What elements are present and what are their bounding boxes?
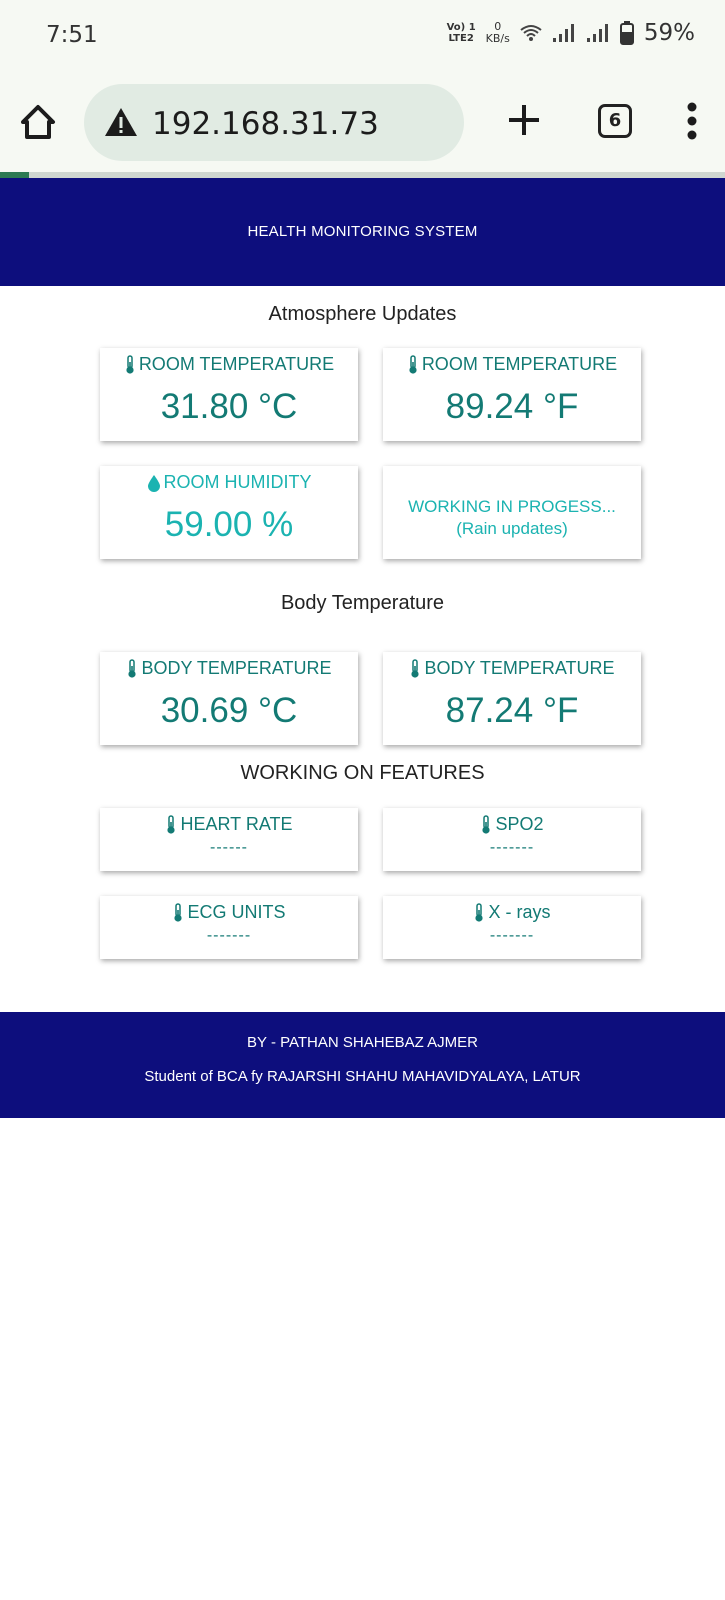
card-value: ------- <box>206 927 252 944</box>
water-drop-icon <box>147 474 160 492</box>
thermometer-icon <box>174 902 183 922</box>
battery-percent: 59% <box>643 20 695 46</box>
card-label: ROOM HUMIDITY <box>163 472 312 492</box>
status-time: 7:51 <box>46 22 98 48</box>
card-label: ROOM TEMPERATURE <box>421 354 618 374</box>
thermometer-icon <box>167 814 176 834</box>
card-value: ------- <box>489 839 535 856</box>
card-room-temperature-f: ROOM TEMPERATURE 89.24 °F <box>383 348 641 441</box>
card-label: BODY TEMPERATURE <box>141 658 332 678</box>
card-value: 59.00 % <box>164 505 294 544</box>
network-speed: 0 KB/s <box>485 20 510 45</box>
thermometer-icon <box>411 658 420 678</box>
footer-institution: Student of BCA fy RAJARSHI SHAHU MAHAVID… <box>144 1068 581 1085</box>
card-body-temperature-f: BODY TEMPERATURE 87.24 °F <box>383 652 641 745</box>
card-heart-rate: HEART RATE ------ <box>100 808 358 871</box>
footer-author: BY - PATHAN SHAHEBAZ AJMER <box>247 1034 478 1051</box>
address-bar[interactable]: 192.168.31.73 <box>84 84 464 161</box>
volte-indicator: Vo) 1 LTE2 <box>446 22 476 44</box>
card-label: HEART RATE <box>180 814 293 834</box>
page-header: HEALTH MONITORING SYSTEM <box>0 178 725 286</box>
section-body-temperature: Body Temperature <box>280 592 445 614</box>
thermometer-icon <box>126 354 134 374</box>
battery-icon <box>619 21 634 45</box>
wifi-icon <box>520 25 542 41</box>
card-value: 89.24 °F <box>445 387 579 426</box>
card-label: ECG UNITS <box>187 902 286 922</box>
plus-icon[interactable] <box>506 102 542 138</box>
thermometer-icon <box>128 658 137 678</box>
status-icons: Vo) 1 LTE2 0 KB/s 59% <box>447 20 695 46</box>
card-room-temperature-c: ROOM TEMPERATURE 31.80 °C <box>100 348 358 441</box>
rain-caption: (Rain updates) <box>456 519 568 538</box>
card-value: ------ <box>210 839 248 856</box>
signal-icon <box>552 24 574 42</box>
signal-icon-2 <box>586 24 608 42</box>
card-spo2: SPO2 ------- <box>383 808 641 871</box>
status-bar: 7:51 Vo) 1 LTE2 0 KB/s 59% <box>0 0 725 70</box>
thermometer-icon <box>409 354 417 374</box>
card-label: X - rays <box>488 902 551 922</box>
card-label: SPO2 <box>495 814 544 834</box>
card-ecg-units: ECG UNITS ------- <box>100 896 358 959</box>
tabs-icon[interactable]: 6 <box>598 104 632 138</box>
url-text[interactable]: 192.168.31.73 <box>152 106 379 142</box>
card-value: 31.80 °C <box>160 387 298 426</box>
card-room-humidity: ROOM HUMIDITY 59.00 % <box>100 466 358 559</box>
page-title: HEALTH MONITORING SYSTEM <box>247 223 478 240</box>
card-body-temperature-c: BODY TEMPERATURE 30.69 °C <box>100 652 358 745</box>
rain-status: WORKING IN PROGESS... <box>408 497 616 516</box>
more-vert-icon[interactable] <box>685 102 699 140</box>
card-label: BODY TEMPERATURE <box>424 658 615 678</box>
section-working-features: WORKING ON FEATURES <box>240 762 485 784</box>
card-x-rays: X - rays ------- <box>383 896 641 959</box>
card-value: ------- <box>489 927 535 944</box>
thermometer-icon <box>482 814 491 834</box>
browser-toolbar: 192.168.31.73 6 <box>0 70 725 172</box>
card-label: ROOM TEMPERATURE <box>138 354 335 374</box>
card-value: 30.69 °C <box>160 691 298 730</box>
warning-icon[interactable] <box>104 107 138 137</box>
thermometer-icon <box>475 902 484 922</box>
card-value: 87.24 °F <box>445 691 579 730</box>
section-atmosphere: Atmosphere Updates <box>268 303 457 325</box>
home-icon[interactable] <box>18 102 58 142</box>
page-footer: BY - PATHAN SHAHEBAZ AJMER Student of BC… <box>0 1012 725 1118</box>
card-rain-updates: WORKING IN PROGESS... (Rain updates) <box>383 466 641 559</box>
